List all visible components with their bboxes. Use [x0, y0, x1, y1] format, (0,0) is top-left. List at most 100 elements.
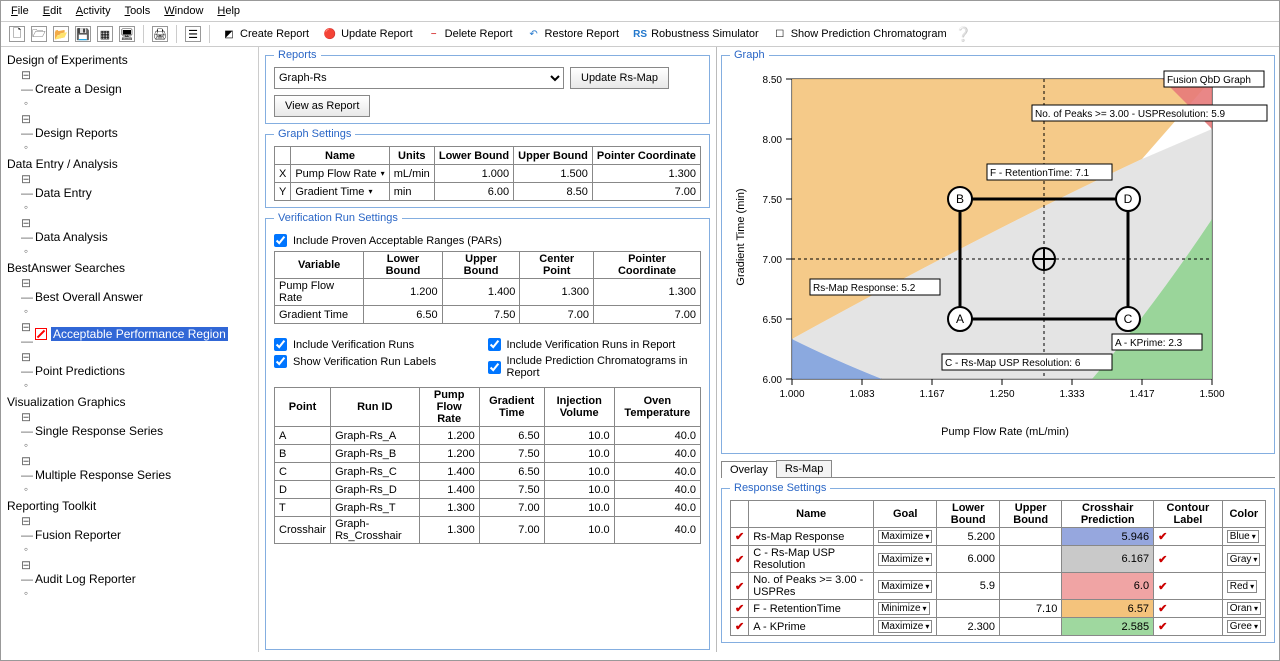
goal-select[interactable]: Maximize: [878, 580, 932, 593]
contour-flag[interactable]: ✔: [1154, 573, 1223, 600]
graph-legend: Graph: [730, 49, 769, 61]
y-axis-label: Gradient Time (min): [735, 188, 747, 285]
chart-svg: A B C D No. of Peaks >= 3.00 - USPResolu…: [730, 67, 1275, 442]
tab-bar: Overlay Rs-Map: [721, 460, 1275, 478]
tree-item-data-entry[interactable]: ⊟—◦Data Entry: [21, 171, 252, 215]
y-axis-select[interactable]: Gradient Time: [295, 186, 372, 198]
tree-item-acceptable-performance[interactable]: ⊟—Acceptable Performance Region: [21, 319, 252, 349]
goal-select[interactable]: Minimize: [878, 602, 929, 615]
tree-group: Design of Experiments: [7, 53, 252, 67]
tree-item-fusion-reporter[interactable]: ⊟—◦Fusion Reporter: [21, 513, 252, 557]
table-row[interactable]: Gradient Time6.507.507.007.00: [275, 306, 701, 324]
goal-select[interactable]: Maximize: [878, 553, 932, 566]
include-par-checkbox[interactable]: [274, 234, 287, 247]
flag-icon[interactable]: ✔: [731, 600, 749, 618]
svg-text:1.417: 1.417: [1129, 389, 1154, 400]
delete-report-button[interactable]: −Delete Report: [423, 26, 517, 42]
table-row[interactable]: CrosshairGraph-Rs_Crosshair1.3007.0010.0…: [275, 517, 701, 544]
svg-text:C: C: [1124, 312, 1133, 326]
tab-rsmap[interactable]: Rs-Map: [776, 460, 833, 477]
svg-text:7.00: 7.00: [763, 255, 783, 266]
table-row[interactable]: TGraph-Rs_T1.3007.0010.040.0: [275, 499, 701, 517]
points-table: PointRun IDPump Flow RateGradient TimeIn…: [274, 387, 701, 544]
create-report-button[interactable]: ◩Create Report: [218, 26, 313, 42]
report-select[interactable]: Graph-Rs: [274, 67, 564, 89]
table-row[interactable]: Pump Flow Rate1.2001.4001.3001.300: [275, 279, 701, 306]
graph-canvas[interactable]: A B C D No. of Peaks >= 3.00 - USPResolu…: [730, 67, 1266, 447]
reports-fieldset: Reports Graph-Rs Update Rs-Map View as R…: [265, 49, 710, 124]
menu-edit[interactable]: Edit: [43, 5, 62, 17]
table-row[interactable]: ✔Rs-Map ResponseMaximize5.2005.946✔Blue: [731, 528, 1266, 546]
tree-item-design-reports[interactable]: ⊟—◦Design Reports: [21, 111, 252, 155]
view-as-report-button[interactable]: View as Report: [274, 95, 370, 117]
menu-file[interactable]: File: [11, 5, 29, 17]
update-report-button[interactable]: 🔴Update Report: [319, 26, 417, 42]
table-row[interactable]: AGraph-Rs_A1.2006.5010.040.0: [275, 427, 701, 445]
color-select[interactable]: Gray: [1227, 553, 1261, 566]
table-row[interactable]: ✔F - RetentionTimeMinimize7.106.57✔Oran: [731, 600, 1266, 618]
x-axis-label: Pump Flow Rate (mL/min): [941, 426, 1069, 438]
contour-flag[interactable]: ✔: [1154, 528, 1223, 546]
table-row[interactable]: ✔No. of Peaks >= 3.00 - USPResMaximize5.…: [731, 573, 1266, 600]
print-icon[interactable]: 🖨: [152, 26, 168, 42]
table-row[interactable]: ✔A - KPrimeMaximize2.3002.585✔Gree: [731, 618, 1266, 636]
flag-icon[interactable]: ✔: [731, 546, 749, 573]
save-icon[interactable]: 💾: [75, 26, 91, 42]
x-axis-select[interactable]: Pump Flow Rate: [295, 168, 384, 180]
graph-settings-table: NameUnitsLower BoundUpper BoundPointer C…: [274, 146, 701, 201]
svg-text:1.000: 1.000: [779, 389, 804, 400]
include-chroms-report-checkbox[interactable]: [488, 361, 501, 374]
contour-flag[interactable]: ✔: [1154, 546, 1223, 573]
flag-icon[interactable]: ✔: [731, 528, 749, 546]
menu-activity[interactable]: Activity: [76, 5, 111, 17]
show-chrom-button[interactable]: ☐Show Prediction Chromatogram: [769, 26, 951, 42]
update-rsmap-button[interactable]: Update Rs-Map: [570, 67, 669, 89]
table-row[interactable]: XPump Flow RatemL/min1.0001.5001.300: [275, 165, 701, 183]
include-vruns-report-checkbox[interactable]: [488, 338, 501, 351]
color-select[interactable]: Gree: [1227, 620, 1261, 633]
tree-item-multiple-response[interactable]: ⊟—◦Multiple Response Series: [21, 453, 252, 497]
color-select[interactable]: Oran: [1227, 602, 1261, 615]
menu-window[interactable]: Window: [164, 5, 203, 17]
goal-select[interactable]: Maximize: [878, 530, 932, 543]
menu-tools[interactable]: Tools: [125, 5, 151, 17]
svg-text:D: D: [1124, 192, 1133, 206]
contour-flag[interactable]: ✔: [1154, 618, 1223, 636]
tree-group: Visualization Graphics: [7, 395, 252, 409]
tab-overlay[interactable]: Overlay: [721, 461, 777, 478]
goal-select[interactable]: Maximize: [878, 620, 932, 633]
machine-icon[interactable]: 🖥: [119, 26, 135, 42]
tree-item-audit-log[interactable]: ⊟—◦Audit Log Reporter: [21, 557, 252, 601]
tree-item-point-predictions[interactable]: ⊟—◦Point Predictions: [21, 349, 252, 393]
svg-text:F - RetentionTime: 7.1: F - RetentionTime: 7.1: [990, 168, 1090, 179]
open-icon[interactable]: 🗁: [31, 26, 47, 42]
tree-item-data-analysis[interactable]: ⊟—◦Data Analysis: [21, 215, 252, 259]
flag-icon[interactable]: ✔: [731, 573, 749, 600]
table-row[interactable]: BGraph-Rs_B1.2007.5010.040.0: [275, 445, 701, 463]
new-icon[interactable]: 🗋: [9, 26, 25, 42]
svg-text:8.50: 8.50: [763, 75, 783, 86]
separator: [209, 25, 210, 43]
tree-item-best-overall[interactable]: ⊟—◦Best Overall Answer: [21, 275, 252, 319]
list-icon[interactable]: ☰: [185, 26, 201, 42]
table-row[interactable]: DGraph-Rs_D1.4007.5010.040.0: [275, 481, 701, 499]
color-select[interactable]: Red: [1227, 580, 1257, 593]
svg-text:1.167: 1.167: [919, 389, 944, 400]
help-icon[interactable]: ❔: [957, 27, 971, 41]
tree-item-single-response[interactable]: ⊟—◦Single Response Series: [21, 409, 252, 453]
table-row[interactable]: CGraph-Rs_C1.4006.5010.040.0: [275, 463, 701, 481]
robustness-button[interactable]: RSRobustness Simulator: [629, 26, 763, 42]
menu-help[interactable]: Help: [217, 5, 240, 17]
table-row[interactable]: ✔C - Rs-Map USP ResolutionMaximize6.0006…: [731, 546, 1266, 573]
flag-icon[interactable]: ✔: [731, 618, 749, 636]
restore-report-button[interactable]: ↶Restore Report: [523, 26, 624, 42]
folder-icon[interactable]: 📂: [53, 26, 69, 42]
db-icon[interactable]: ▦: [97, 26, 113, 42]
svg-text:1.250: 1.250: [989, 389, 1014, 400]
include-vruns-checkbox[interactable]: [274, 338, 287, 351]
show-vrun-labels-checkbox[interactable]: [274, 355, 287, 368]
color-select[interactable]: Blue: [1227, 530, 1259, 543]
contour-flag[interactable]: ✔: [1154, 600, 1223, 618]
table-row[interactable]: YGradient Timemin6.008.507.00: [275, 183, 701, 201]
tree-item-create-design[interactable]: ⊟—◦Create a Design: [21, 67, 252, 111]
